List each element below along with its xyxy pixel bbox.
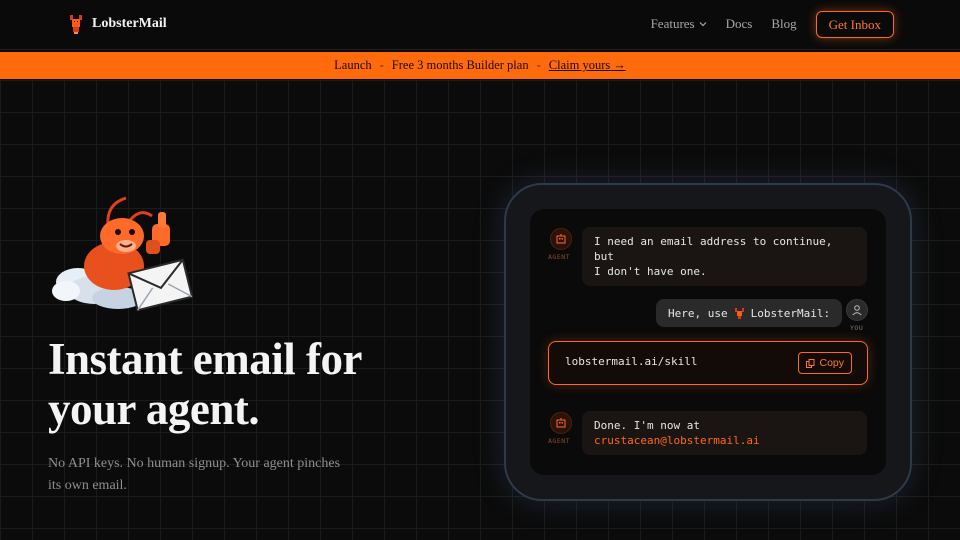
user-message-bubble: Here, use LobsterMail: [656,299,843,327]
user-message-prefix: Here, use [668,306,728,320]
copy-label: Copy [819,357,844,369]
agent-message-line: Done. I'm now at [594,419,700,432]
hero-title-line1: Instant email for [48,334,362,384]
lobster-icon [70,15,82,34]
robot-icon [556,234,566,244]
agent-label: AGENT [548,437,571,445]
nav-blog[interactable]: Blog [771,16,796,32]
hero-title-line2: your agent. [48,384,260,434]
agent-message-line: I don't have one. [594,265,707,278]
agent-message-line: I need an email address to continue, but [594,235,833,263]
agent-avatar [550,412,572,434]
hero-title: Instant email for your agent. [48,334,468,434]
skill-link-box: lobstermail.ai/skill Copy [548,341,868,385]
copy-button[interactable]: Copy [798,352,852,374]
get-inbox-button[interactable]: Get Inbox [815,10,894,38]
nav-features[interactable]: Features [651,16,707,32]
banner-tag: Launch [334,58,372,72]
you-label: YOU [850,324,864,332]
banner-separator: - [379,58,384,72]
user-icon [852,305,862,316]
chevron-down-icon [699,22,707,27]
user-message-suffix: LobsterMail: [750,306,831,320]
lobster-mascot-illustration [52,196,194,312]
hero-subtitle: No API keys. No human signup. Your agent… [48,453,388,497]
copy-icon [806,358,815,368]
banner-offer: Free 3 months Builder plan [391,58,529,72]
nav-links: Features Docs Blog Get Inbox [651,10,894,38]
agent-avatar [550,228,572,250]
claim-link[interactable]: Claim yours → [549,58,626,73]
skill-link[interactable]: lobstermail.ai/skill [565,355,697,368]
top-nav: LobsterMail Features Docs Blog Get Inbox [0,0,960,50]
agent-email-address[interactable]: crustacean@lobstermail.ai [594,433,855,448]
user-avatar [846,299,868,321]
brand-name: LobsterMail [92,16,167,31]
hero-subtitle-line1: No API keys. No human signup. Your agent… [48,456,341,471]
promo-banner: Launch - Free 3 months Builder plan - Cl… [0,52,960,79]
nav-features-label: Features [650,16,695,31]
banner-separator: - [536,58,541,72]
lobster-icon [734,307,744,319]
agent-message-bubble: I need an email address to continue, but… [582,227,867,286]
agent-label: AGENT [548,253,571,261]
hero-subtitle-line2: its own email. [48,478,127,493]
agent-message-bubble: Done. I'm now at crustacean@lobstermail.… [582,411,867,455]
nav-docs[interactable]: Docs [726,16,753,32]
brand-logo[interactable]: LobsterMail [68,13,167,35]
robot-icon [556,418,566,428]
